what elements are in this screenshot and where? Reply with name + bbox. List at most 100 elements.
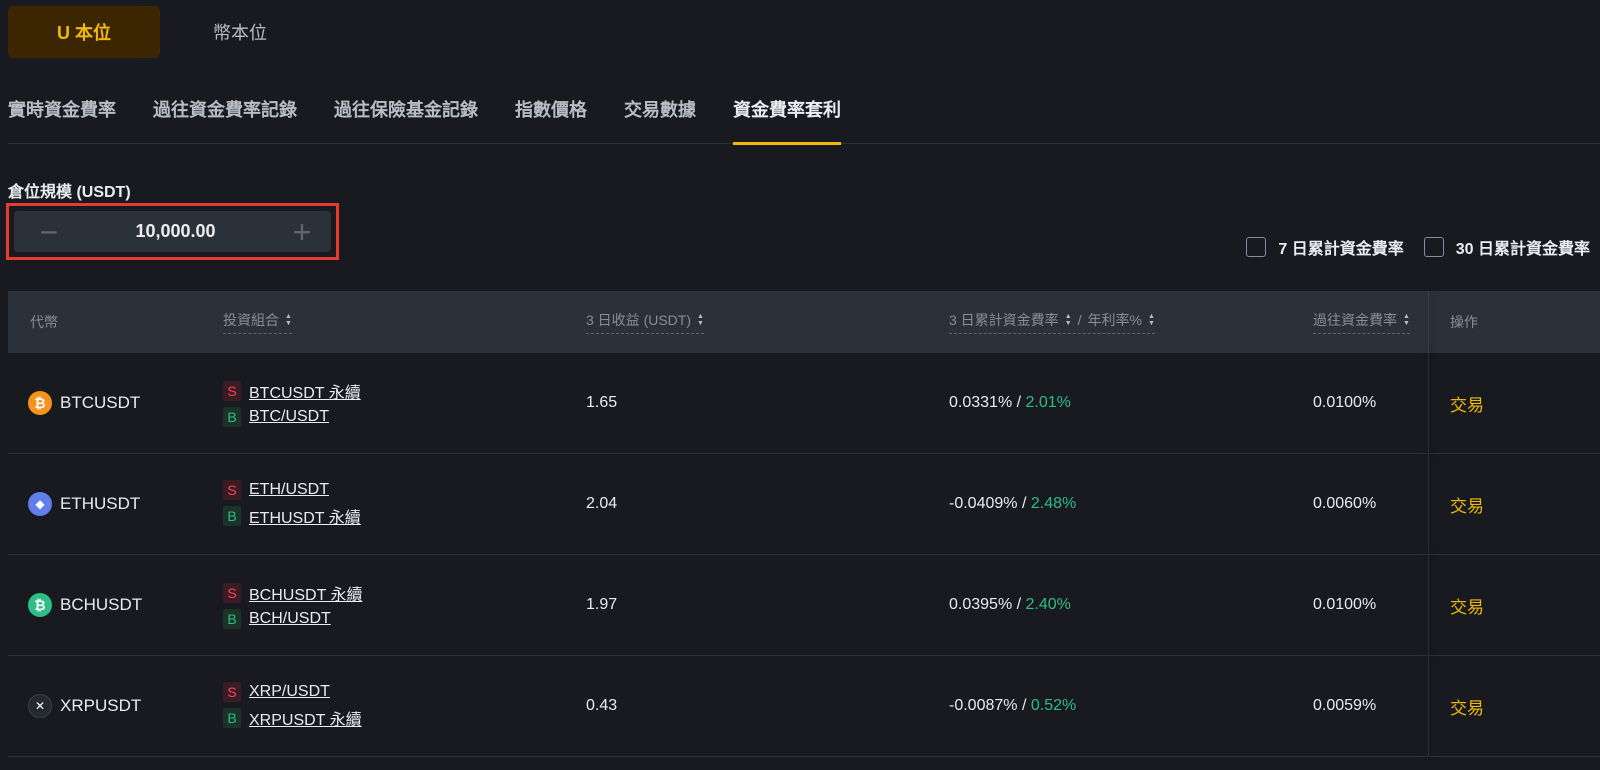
- sell-badge: S: [223, 381, 241, 401]
- tab-coin-margined[interactable]: 幣本位: [164, 6, 316, 58]
- portfolio-cell: S ETH/USDT B ETHUSDT 永續: [223, 454, 361, 554]
- position-size-highlight: − 10,000.00 +: [6, 203, 339, 260]
- cumulative-rate-value: -0.0087%: [949, 697, 1018, 714]
- rate-cell: 0.0331% / 2.01%: [949, 394, 1071, 411]
- buy-market-link[interactable]: ETHUSDT 永續: [249, 504, 361, 528]
- table-row: ₿ BCHUSDT S BCHUSDT 永續 B BCH/USDT 1.97 0…: [8, 555, 1600, 656]
- position-size-label: 倉位規模 (USDT): [8, 184, 131, 201]
- buy-leg: B BCH/USDT: [223, 609, 331, 629]
- yield-value: 1.65: [586, 394, 618, 411]
- sell-badge: S: [223, 682, 241, 702]
- nav-tabs: 實時資金費率 過往資金費率記錄 過往保險基金記錄 指數價格 交易數據 資金費率套…: [8, 92, 1600, 145]
- checkbox-icon[interactable]: [1246, 237, 1267, 257]
- trade-button[interactable]: 交易: [1450, 492, 1484, 517]
- buy-leg: B ETHUSDT 永續: [223, 504, 361, 528]
- sell-badge: S: [223, 480, 241, 500]
- tab-funding-arbitrage[interactable]: 資金費率套利: [733, 92, 841, 145]
- buy-leg: B XRPUSDT 永續: [223, 706, 362, 730]
- sell-leg: S ETH/USDT: [223, 480, 329, 500]
- buy-badge: B: [223, 407, 241, 427]
- thirty-day-checkbox[interactable]: 30 日累計資金費率: [1423, 235, 1590, 259]
- coin-cell: ₿ BCHUSDT: [28, 555, 142, 655]
- table-header: 代幣 投資組合 ▲ ▼ 3 日收益 (USDT) ▲ ▼ 3 日累計資金費率 ▲ ▼ / 年利率…: [8, 291, 1600, 353]
- yield-value: 2.04: [586, 495, 618, 512]
- sell-market-link[interactable]: ETH/USDT: [249, 481, 329, 499]
- header-action: 操作: [1450, 314, 1478, 330]
- column-divider: [1428, 454, 1429, 554]
- coin-cell: ₿ BTCUSDT: [28, 353, 140, 453]
- buy-badge: B: [223, 609, 241, 629]
- buy-badge: B: [223, 506, 241, 526]
- sort-icon[interactable]: ▲ ▼: [285, 313, 292, 327]
- column-divider: [1428, 291, 1429, 353]
- tab-usdt-margined[interactable]: U 本位: [8, 6, 160, 58]
- coin-name: XRPUSDT: [60, 696, 142, 715]
- buy-market-link[interactable]: BTC/USDT: [249, 408, 329, 426]
- history-rate-value: 0.0100%: [1313, 596, 1377, 613]
- sell-leg: S BTCUSDT 永續: [223, 379, 361, 403]
- increase-button[interactable]: +: [287, 216, 317, 248]
- buy-badge: B: [223, 708, 241, 728]
- sell-badge: S: [223, 583, 241, 603]
- trade-button[interactable]: 交易: [1450, 694, 1484, 719]
- apr-value: 0.52%: [1030, 697, 1077, 714]
- sell-leg: S BCHUSDT 永續: [223, 581, 363, 605]
- buy-leg: B BTC/USDT: [223, 407, 329, 427]
- action-cell: 交易: [1450, 555, 1484, 655]
- sort-icon[interactable]: ▲ ▼: [1148, 313, 1155, 327]
- table-row: ✕ XRPUSDT S XRP/USDT B XRPUSDT 永續 0.43 -…: [8, 656, 1600, 757]
- apr-value: 2.01%: [1025, 394, 1071, 411]
- tab-insurance-fund-history[interactable]: 過往保險基金記錄: [334, 92, 478, 144]
- sell-market-link[interactable]: BCHUSDT 永續: [249, 581, 363, 605]
- tab-trading-data[interactable]: 交易數據: [624, 92, 696, 144]
- funding-arbitrage-page: U 本位 幣本位 實時資金費率 過往資金費率記錄 過往保險基金記錄 指數價格 交…: [0, 0, 1600, 770]
- coin-cell: ✕ XRPUSDT: [28, 656, 141, 756]
- portfolio-cell: S BCHUSDT 永續 B BCH/USDT: [223, 555, 363, 655]
- sell-market-link[interactable]: BTCUSDT 永續: [249, 379, 361, 403]
- portfolio-cell: S BTCUSDT 永續 B BTC/USDT: [223, 353, 361, 453]
- apr-value: 2.48%: [1030, 495, 1077, 512]
- history-rate-value: 0.0100%: [1313, 394, 1377, 411]
- sell-leg: S XRP/USDT: [223, 682, 330, 702]
- table-row: ₿ BTCUSDT S BTCUSDT 永續 B BTC/USDT 1.65 0…: [8, 353, 1600, 454]
- coin-name: BCHUSDT: [60, 595, 143, 614]
- history-rate-value: 0.0060%: [1313, 495, 1377, 512]
- buy-market-link[interactable]: XRPUSDT 永續: [249, 706, 362, 730]
- cumulative-rate-value: 0.0395%: [949, 596, 1013, 613]
- tab-funding-rate-history[interactable]: 過往資金費率記錄: [153, 92, 297, 144]
- header-cumulative-rate[interactable]: 3 日累計資金費率 ▲ ▼ / 年利率% ▲ ▼: [949, 310, 1155, 334]
- column-divider: [1428, 353, 1429, 453]
- column-divider: [1428, 555, 1429, 655]
- arbitrage-table: 代幣 投資組合 ▲ ▼ 3 日收益 (USDT) ▲ ▼ 3 日累計資金費率 ▲ ▼ / 年利率…: [8, 291, 1600, 757]
- rate-cell: 0.0395% / 2.40%: [949, 596, 1071, 613]
- thirty-day-label: 30 日累計資金費率: [1455, 241, 1590, 258]
- header-yield[interactable]: 3 日收益 (USDT) ▲ ▼: [586, 310, 704, 334]
- checkbox-icon[interactable]: [1423, 237, 1444, 257]
- seven-day-checkbox[interactable]: 7 日累計資金費率: [1246, 235, 1404, 259]
- sort-icon[interactable]: ▲ ▼: [1065, 313, 1072, 327]
- tab-index-price[interactable]: 指數價格: [515, 92, 587, 144]
- portfolio-cell: S XRP/USDT B XRPUSDT 永續: [223, 656, 362, 756]
- trade-button[interactable]: 交易: [1450, 593, 1484, 618]
- yield-value: 0.43: [586, 697, 618, 714]
- trade-button[interactable]: 交易: [1450, 391, 1484, 416]
- action-cell: 交易: [1450, 454, 1484, 554]
- seven-day-label: 7 日累計資金費率: [1278, 241, 1404, 258]
- sell-market-link[interactable]: XRP/USDT: [249, 683, 330, 701]
- rate-cell: -0.0087% / 0.52%: [949, 697, 1077, 714]
- header-coin: 代幣: [30, 314, 58, 330]
- sort-icon[interactable]: ▲ ▼: [697, 313, 704, 327]
- buy-market-link[interactable]: BCH/USDT: [249, 610, 331, 628]
- unit-tabs: U 本位 幣本位: [8, 6, 316, 58]
- header-history-rate[interactable]: 過往資金費率 ▲ ▼: [1313, 310, 1410, 334]
- tab-realtime-funding-rate[interactable]: 實時資金費率: [8, 92, 116, 144]
- rate-cell: -0.0409% / 2.48%: [949, 495, 1077, 512]
- eth-icon: ◆: [28, 492, 52, 516]
- decrease-button[interactable]: −: [34, 216, 64, 248]
- position-size-input[interactable]: 10,000.00: [135, 221, 215, 242]
- bch-icon: ₿: [28, 593, 52, 617]
- sort-icon[interactable]: ▲ ▼: [1403, 313, 1410, 327]
- header-portfolio[interactable]: 投資組合 ▲ ▼: [223, 310, 292, 334]
- position-size-stepper[interactable]: − 10,000.00 +: [14, 211, 331, 252]
- column-divider: [1428, 656, 1429, 756]
